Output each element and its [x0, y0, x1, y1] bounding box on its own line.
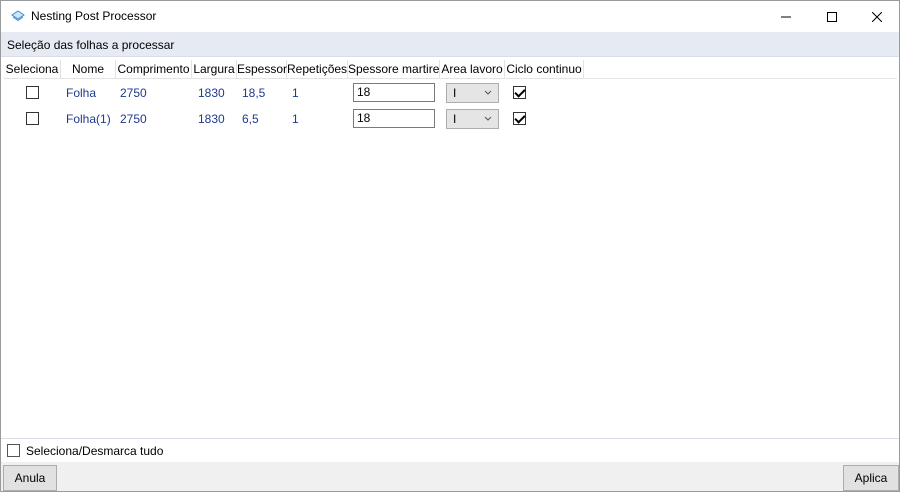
chevron-down-icon — [484, 90, 492, 95]
ciclo-continuo-checkbox[interactable] — [513, 112, 526, 125]
cell-repeticoes: 1 — [292, 86, 299, 100]
column-header-seleciona[interactable]: Seleciona — [4, 60, 61, 79]
close-button[interactable] — [854, 1, 900, 32]
button-bar: Anula Aplica — [1, 462, 899, 491]
row-select-checkbox[interactable] — [26, 112, 39, 125]
maximize-button[interactable] — [809, 1, 855, 32]
area-lavoro-select[interactable]: I — [446, 83, 499, 103]
area-lavoro-select[interactable]: I — [446, 109, 499, 129]
table-row: Folha 2750 1830 18,5 1 18 I — [4, 80, 897, 106]
select-all-checkbox[interactable] — [7, 444, 20, 457]
column-header-comprimento[interactable]: Comprimento — [116, 60, 192, 79]
column-header-area-lavoro[interactable]: Area lavoro — [440, 60, 505, 79]
area-lavoro-value: I — [453, 112, 457, 126]
cell-nome: Folha(1) — [66, 112, 111, 126]
ciclo-continuo-checkbox[interactable] — [513, 86, 526, 99]
title-bar: Nesting Post Processor — [1, 1, 899, 32]
table-header: Seleciona Nome Comprimento Largura Espes… — [4, 60, 897, 79]
column-header-largura[interactable]: Largura — [192, 60, 237, 79]
cell-repeticoes: 1 — [292, 112, 299, 126]
cell-comprimento: 2750 — [120, 112, 147, 126]
cell-largura: 1830 — [198, 112, 225, 126]
section-header: Seleção das folhas a processar — [1, 32, 899, 57]
cell-largura: 1830 — [198, 86, 225, 100]
chevron-down-icon — [484, 116, 492, 121]
minimize-icon — [781, 16, 791, 17]
column-header-repeticoes[interactable]: Repetições — [287, 60, 348, 79]
minimize-button[interactable] — [763, 1, 809, 32]
spessore-martire-input[interactable]: 18 — [353, 83, 435, 102]
close-icon — [872, 11, 882, 22]
spessore-martire-input[interactable]: 18 — [353, 109, 435, 128]
cell-espessor: 6,5 — [242, 112, 259, 126]
cell-espessor: 18,5 — [242, 86, 266, 100]
maximize-icon — [827, 11, 837, 22]
cancel-button[interactable]: Anula — [3, 465, 57, 491]
cell-comprimento: 2750 — [120, 86, 147, 100]
section-title: Seleção das folhas a processar — [7, 38, 175, 52]
app-diamond-icon — [11, 10, 25, 22]
select-all-label[interactable]: Seleciona/Desmarca tudo — [26, 444, 163, 458]
sheets-table: Seleciona Nome Comprimento Largura Espes… — [4, 60, 897, 437]
window-title: Nesting Post Processor — [31, 9, 157, 23]
column-header-spessore-martire[interactable]: Spessore martire — [348, 60, 440, 79]
column-header-espessor[interactable]: Espessor — [237, 60, 287, 79]
app-window: Nesting Post Processor Seleção das folha… — [0, 0, 900, 492]
table-row: Folha(1) 2750 1830 6,5 1 18 I — [4, 106, 897, 132]
cell-nome: Folha — [66, 86, 97, 100]
column-header-nome[interactable]: Nome — [61, 60, 116, 79]
area-lavoro-value: I — [453, 86, 457, 100]
select-all-bar: Seleciona/Desmarca tudo — [1, 438, 899, 462]
column-header-ciclo-continuo[interactable]: Ciclo continuo — [505, 60, 584, 79]
apply-button[interactable]: Aplica — [843, 465, 899, 491]
row-select-checkbox[interactable] — [26, 86, 39, 99]
